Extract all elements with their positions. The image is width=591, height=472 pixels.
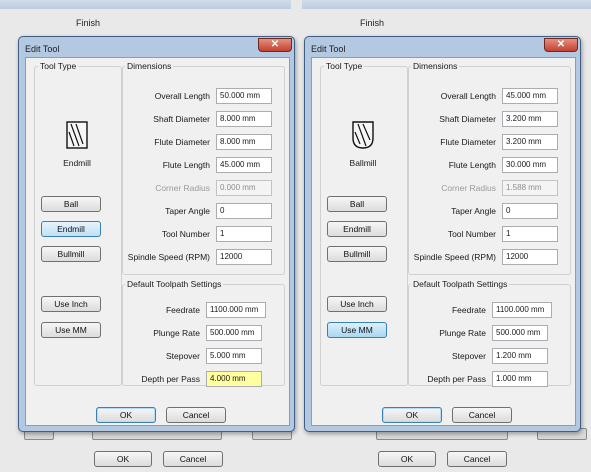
stepover-label: Stepover <box>165 351 200 361</box>
taper-angle-label: Taper Angle <box>165 206 210 216</box>
tool-number-label: Tool Number <box>447 229 496 239</box>
cancel-button[interactable]: Cancel <box>452 407 512 423</box>
spindle-speed-label: Spindle Speed (RPM) <box>413 252 496 262</box>
tool-number-field[interactable]: 1 <box>216 226 272 242</box>
close-icon[interactable]: ✕ <box>544 38 578 52</box>
flute-diameter-field[interactable]: 8.000 mm <box>216 134 272 150</box>
background-ok-button[interactable]: OK <box>94 451 152 467</box>
dimensions-group-label: Dimensions <box>411 61 460 71</box>
background-title-left: Finish <box>76 18 101 28</box>
corner-radius-label: Corner Radius <box>441 183 496 193</box>
spindle-speed-label: Spindle Speed (RPM) <box>127 252 210 262</box>
background-ok-button[interactable]: OK <box>378 451 436 467</box>
background-titlebar-left <box>0 0 291 9</box>
depth-per-pass-field[interactable]: 4.000 mm <box>206 371 262 387</box>
overall-length-field[interactable]: 50.000 mm <box>216 88 272 104</box>
flute-length-label: Flute Length <box>448 160 496 170</box>
stepover-field[interactable]: 1.200 mm <box>492 348 548 364</box>
corner-radius-field[interactable]: 0.000 mm <box>216 180 272 196</box>
shaft-diameter-label: Shaft Diameter <box>153 114 210 124</box>
stepover-field[interactable]: 5.000 mm <box>206 348 262 364</box>
ballmill-icon <box>352 121 374 149</box>
toolpath-settings-group-label: Default Toolpath Settings <box>125 279 224 289</box>
use-mm-button[interactable]: Use MM <box>327 322 387 338</box>
plunge-rate-label: Plunge Rate <box>153 328 200 338</box>
feedrate-field[interactable]: 1100.000 mm <box>492 302 552 318</box>
corner-radius-field[interactable]: 1.588 mm <box>502 180 558 196</box>
stepover-label: Stepover <box>451 351 486 361</box>
use-inch-button[interactable]: Use Inch <box>327 296 387 312</box>
flute-length-label: Flute Length <box>162 160 210 170</box>
flute-diameter-label: Flute Diameter <box>440 137 496 147</box>
flute-diameter-label: Flute Diameter <box>154 137 210 147</box>
spindle-speed-field[interactable]: 12000 <box>216 249 272 265</box>
overall-length-field[interactable]: 45.000 mm <box>502 88 558 104</box>
tool-number-field[interactable]: 1 <box>502 226 558 242</box>
overall-length-label: Overall Length <box>154 91 210 101</box>
overall-length-label: Overall Length <box>440 91 496 101</box>
feedrate-label: Feedrate <box>165 305 200 315</box>
dialog-body: Tool Type Ballmill Ball Endmill Bullmill… <box>311 57 576 426</box>
dialog-title: Edit Tool <box>25 44 60 54</box>
bullmill-button[interactable]: Bullmill <box>327 246 387 262</box>
edit-tool-dialog: Edit Tool ✕ Tool Type Ballmill Ball Endm… <box>304 36 581 432</box>
shaft-diameter-field[interactable]: 8.000 mm <box>216 111 272 127</box>
feedrate-field[interactable]: 1100.000 mm <box>206 302 266 318</box>
feedrate-label: Feedrate <box>451 305 486 315</box>
corner-radius-label: Corner Radius <box>155 183 210 193</box>
ball-button[interactable]: Ball <box>327 196 387 212</box>
flute-diameter-field[interactable]: 3.200 mm <box>502 134 558 150</box>
plunge-rate-field[interactable]: 500.000 mm <box>206 325 262 341</box>
depth-per-pass-field[interactable]: 1.000 mm <box>492 371 548 387</box>
endmill-icon <box>66 121 88 149</box>
taper-angle-label: Taper Angle <box>451 206 496 216</box>
dialog-body: Tool Type Endmill Ball Endmill Bullmill … <box>25 57 290 426</box>
use-mm-button[interactable]: Use MM <box>41 322 101 338</box>
dimensions-group-label: Dimensions <box>125 61 174 71</box>
tool-name: Ballmill <box>349 158 377 168</box>
background-titlebar-right <box>302 0 591 9</box>
use-inch-button[interactable]: Use Inch <box>41 296 101 312</box>
endmill-button[interactable]: Endmill <box>327 221 387 237</box>
tool-type-group-label: Tool Type <box>324 61 365 71</box>
taper-angle-field[interactable]: 0 <box>502 203 558 219</box>
background-cancel-button[interactable]: Cancel <box>163 451 223 467</box>
toolpath-settings-group-label: Default Toolpath Settings <box>411 279 510 289</box>
flute-length-field[interactable]: 30.000 mm <box>502 157 558 173</box>
cancel-button[interactable]: Cancel <box>166 407 226 423</box>
depth-per-pass-label: Depth per Pass <box>141 374 200 384</box>
shaft-diameter-label: Shaft Diameter <box>439 114 496 124</box>
tool-number-label: Tool Number <box>161 229 210 239</box>
endmill-button[interactable]: Endmill <box>41 221 101 237</box>
ball-button[interactable]: Ball <box>41 196 101 212</box>
background-cancel-button[interactable]: Cancel <box>447 451 507 467</box>
spindle-speed-field[interactable]: 12000 <box>502 249 558 265</box>
ok-button[interactable]: OK <box>382 407 442 423</box>
bullmill-button[interactable]: Bullmill <box>41 246 101 262</box>
tool-name: Endmill <box>63 158 91 168</box>
flute-length-field[interactable]: 45.000 mm <box>216 157 272 173</box>
depth-per-pass-label: Depth per Pass <box>427 374 486 384</box>
plunge-rate-label: Plunge Rate <box>439 328 486 338</box>
plunge-rate-field[interactable]: 500.000 mm <box>492 325 548 341</box>
ok-button[interactable]: OK <box>96 407 156 423</box>
tool-type-group-label: Tool Type <box>38 61 79 71</box>
background-title-right: Finish <box>360 18 385 28</box>
shaft-diameter-field[interactable]: 3.200 mm <box>502 111 558 127</box>
taper-angle-field[interactable]: 0 <box>216 203 272 219</box>
dialog-title: Edit Tool <box>311 44 346 54</box>
close-icon[interactable]: ✕ <box>258 38 292 52</box>
edit-tool-dialog: Edit Tool ✕ Tool Type Endmill Ball Endmi… <box>18 36 295 432</box>
